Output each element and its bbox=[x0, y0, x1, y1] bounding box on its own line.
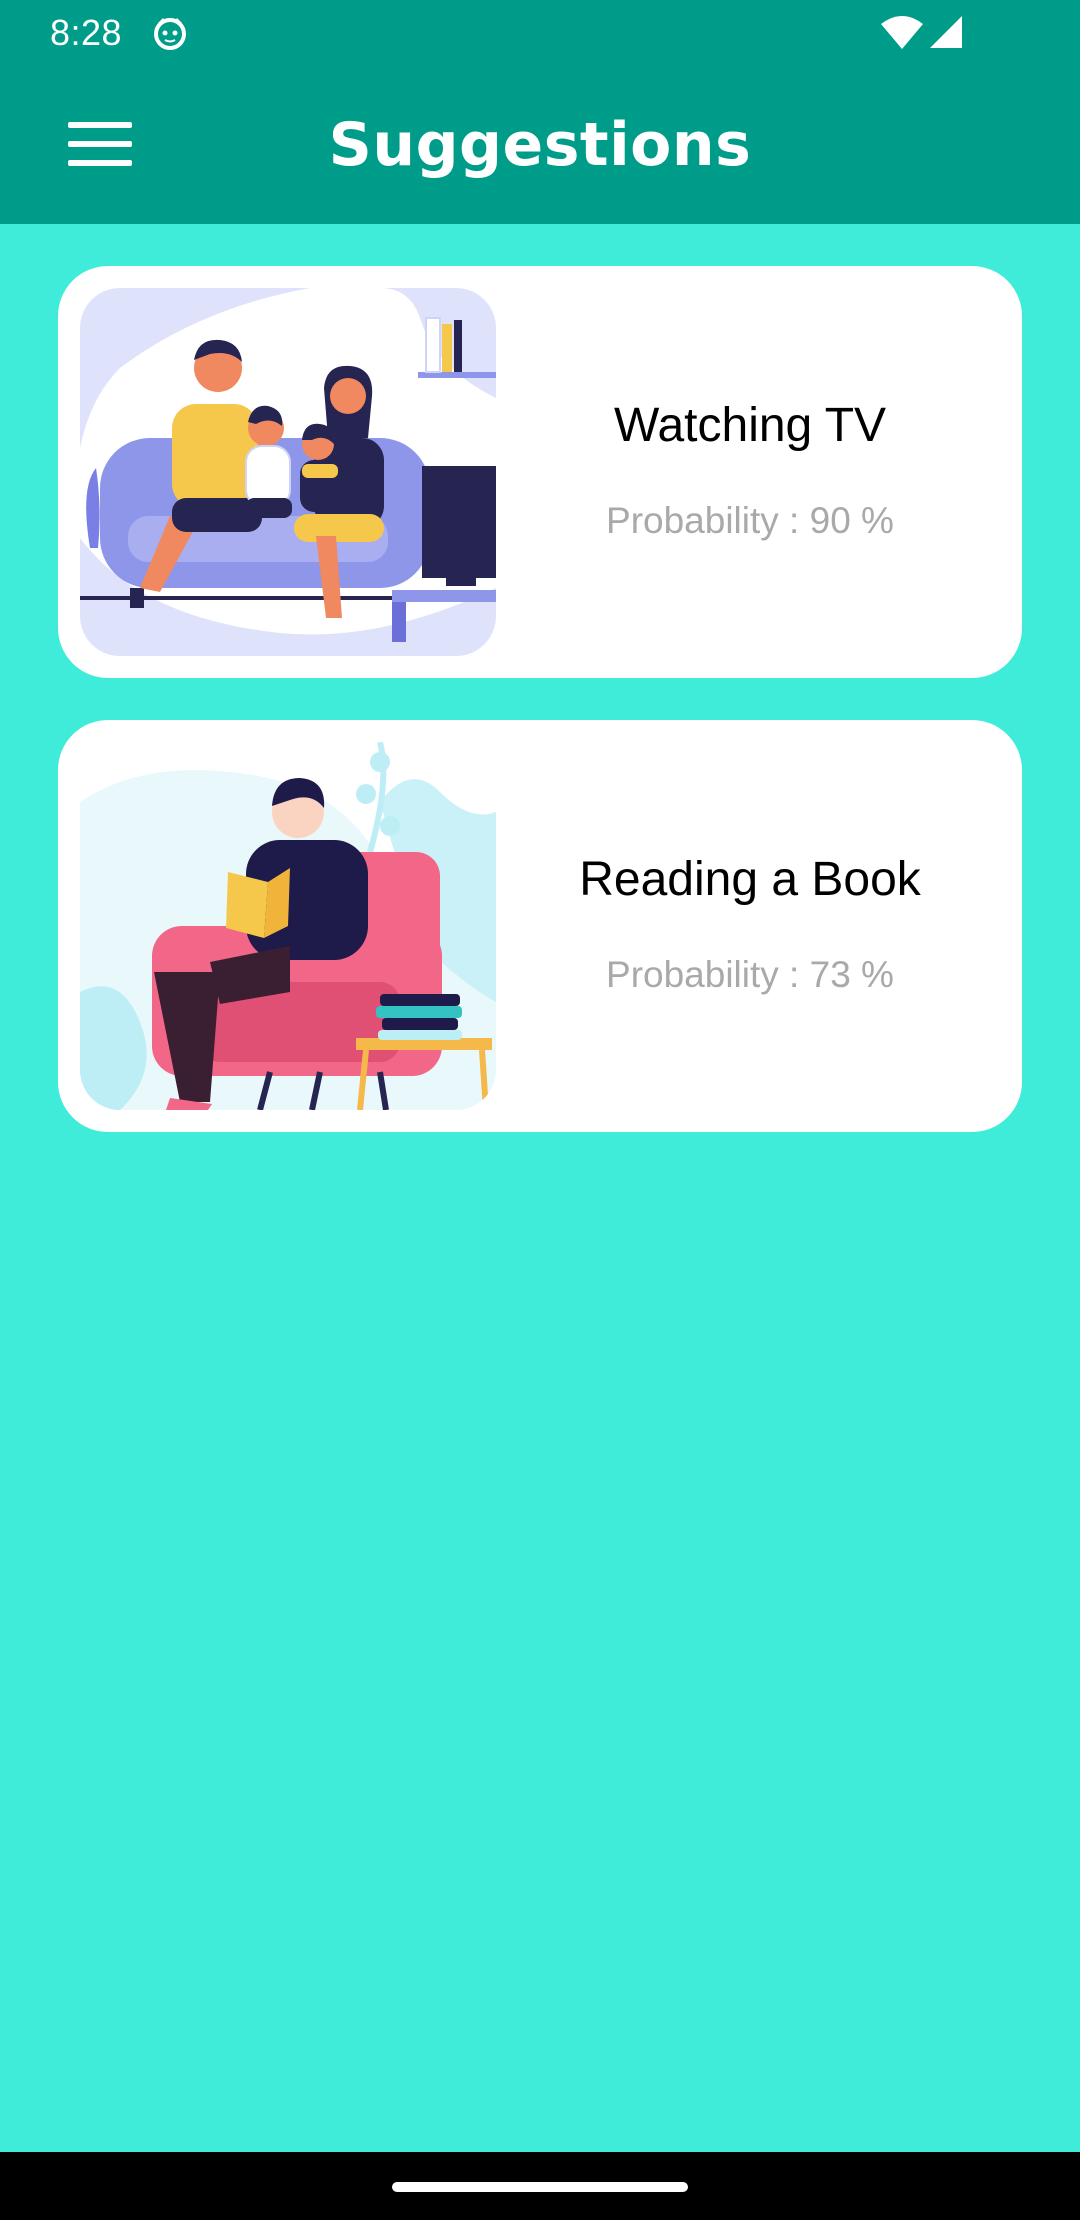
suggestion-probability: Probability : 90 % bbox=[606, 500, 894, 541]
suggestion-title: Reading a Book bbox=[579, 853, 921, 906]
app-notification-icon bbox=[154, 18, 186, 50]
cell-signal-icon bbox=[930, 16, 962, 48]
wifi-icon bbox=[881, 16, 923, 49]
page-title: Suggestions bbox=[328, 110, 752, 180]
suggestion-card-reading-book[interactable]: Reading a Book Probability : 73 % bbox=[58, 720, 1022, 1132]
suggestion-card-watching-tv[interactable]: Watching TV Probability : 90 % bbox=[58, 266, 1022, 678]
suggestion-probability: Probability : 73 % bbox=[606, 954, 894, 995]
home-indicator[interactable] bbox=[392, 2182, 688, 2192]
status-time: 8:28 bbox=[50, 12, 123, 53]
suggestion-title: Watching TV bbox=[613, 399, 887, 452]
family-watching-tv-illustration bbox=[80, 288, 496, 656]
system-nav-bar bbox=[0, 2152, 1080, 2220]
status-bar: 8:28 bbox=[0, 0, 1080, 66]
app-bar: Suggestions bbox=[0, 66, 1080, 224]
person-reading-book-illustration bbox=[80, 742, 496, 1110]
